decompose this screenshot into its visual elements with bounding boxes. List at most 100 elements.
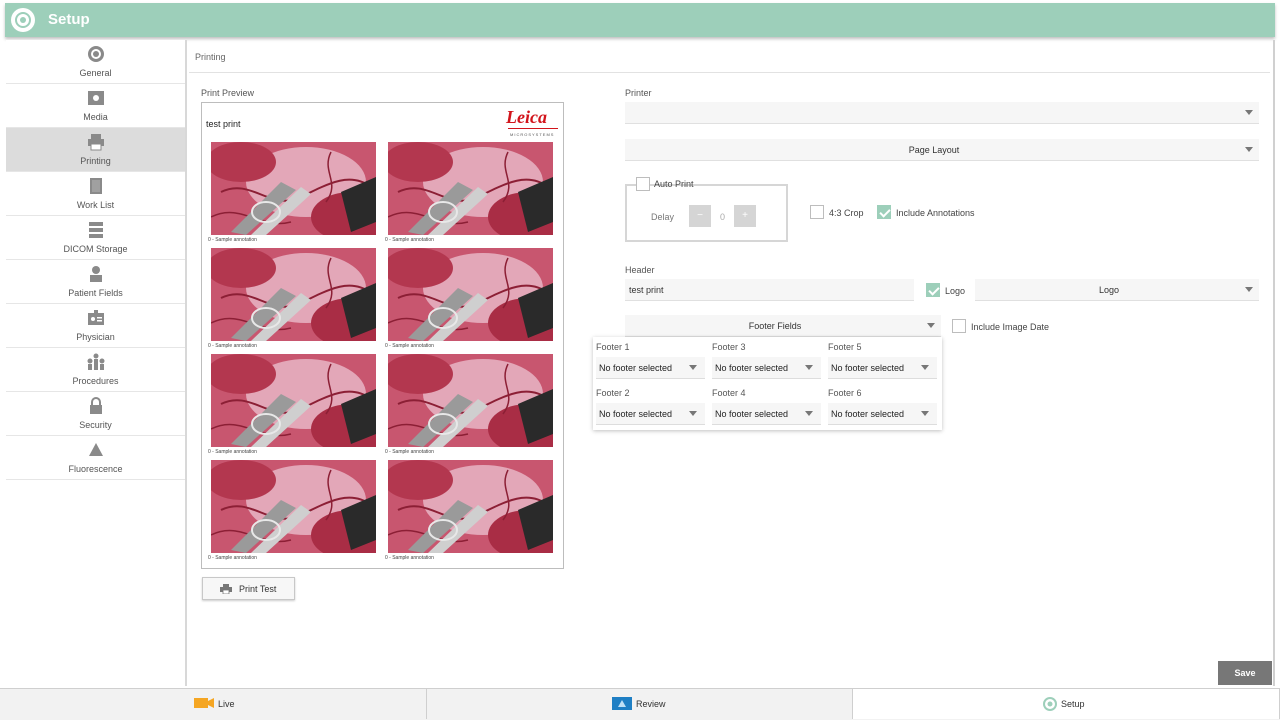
preview-image [388, 460, 553, 553]
print-preview: test print Leica MICROSYSTEMS 0 - Sample… [201, 102, 564, 569]
preview-image [211, 142, 376, 235]
header-label: Header [625, 265, 655, 275]
main-content: Printing Print Preview test print Leica … [189, 40, 1270, 686]
preview-caption: 0 - Sample annotation [385, 237, 434, 243]
chevron-down-icon [1245, 110, 1253, 115]
delay-value: 0 [720, 212, 726, 222]
sidebar-item-patient-fields[interactable]: Patient Fields [6, 260, 185, 304]
delay-label: Delay [651, 212, 675, 222]
chevron-down-icon [921, 411, 929, 416]
tab-review[interactable]: Review [427, 689, 853, 719]
preview-image [388, 354, 553, 447]
sidebar-item-physician[interactable]: Physician [6, 304, 185, 348]
crop-checkbox[interactable] [810, 205, 824, 219]
page-layout-select[interactable]: Page Layout [625, 139, 1259, 161]
footer-3-select[interactable]: No footer selected [712, 357, 821, 379]
tab-live[interactable]: Live [0, 689, 427, 719]
leica-logo: Leica MICROSYSTEMS [506, 107, 558, 139]
sidebar: General Media Printing Work List DICOM S… [6, 40, 187, 686]
sidebar-item-label: Security [79, 420, 112, 430]
printer-select[interactable] [625, 102, 1259, 124]
sidebar-item-work-list[interactable]: Work List [6, 172, 185, 216]
footer-6-select[interactable]: No footer selected [828, 403, 937, 425]
scrollbar[interactable] [1273, 40, 1275, 686]
footer-2-select[interactable]: No footer selected [596, 403, 705, 425]
preview-image [388, 142, 553, 235]
app-header: Setup [5, 3, 1275, 37]
sidebar-item-label: Fluorescence [68, 464, 123, 474]
footer-4-label: Footer 4 [712, 388, 746, 398]
chevron-down-icon [689, 365, 697, 370]
procedures-icon [87, 353, 105, 370]
setup-icon [1043, 697, 1057, 711]
setup-logo-icon [11, 8, 35, 32]
sidebar-item-security[interactable]: Security [6, 392, 185, 436]
preview-caption: 0 - Sample annotation [385, 555, 434, 561]
printer-icon [220, 584, 232, 594]
save-button[interactable]: Save [1218, 661, 1272, 685]
footer-fields-panel: Footer 1 No footer selected Footer 3 No … [593, 337, 942, 430]
worklist-icon [90, 178, 102, 194]
patient-icon [90, 266, 102, 282]
chevron-down-icon [927, 323, 935, 328]
delay-increment-button[interactable]: + [734, 205, 756, 227]
footer-5-select[interactable]: No footer selected [828, 357, 937, 379]
printer-icon [88, 134, 104, 151]
preview-image [211, 460, 376, 553]
chevron-down-icon [805, 411, 813, 416]
printer-label: Printer [625, 88, 652, 98]
tab-setup[interactable]: Setup [853, 689, 1280, 719]
triangle-icon [89, 443, 103, 456]
preview-caption: 0 - Sample annotation [208, 555, 257, 561]
include-image-date-checkbox[interactable] [952, 319, 966, 333]
chevron-down-icon [921, 365, 929, 370]
sidebar-item-label: Printing [80, 156, 111, 166]
footer-5-label: Footer 5 [828, 342, 862, 352]
chevron-down-icon [689, 411, 697, 416]
include-annotations-label: Include Annotations [896, 208, 975, 218]
footer-4-select[interactable]: No footer selected [712, 403, 821, 425]
breadcrumb: Printing [195, 52, 226, 62]
sidebar-item-label: Procedures [72, 376, 119, 386]
footer-1-select[interactable]: No footer selected [596, 357, 705, 379]
sidebar-item-printing[interactable]: Printing [6, 128, 185, 172]
footer-1-label: Footer 1 [596, 342, 630, 352]
chevron-down-icon [1245, 147, 1253, 152]
preview-image [211, 248, 376, 341]
logo-select[interactable]: Logo [975, 279, 1259, 301]
print-preview-label: Print Preview [201, 88, 255, 98]
preview-image [388, 248, 553, 341]
auto-print-checkbox[interactable] [636, 177, 650, 191]
print-test-button[interactable]: Print Test [202, 577, 295, 600]
include-image-date-label: Include Image Date [971, 322, 1050, 332]
physician-icon [88, 310, 104, 325]
include-annotations-checkbox[interactable] [877, 205, 891, 219]
sidebar-item-procedures[interactable]: Procedures [6, 348, 185, 392]
auto-print-label: Auto Print [654, 179, 694, 189]
delay-decrement-button[interactable]: − [689, 205, 711, 227]
sidebar-item-fluorescence[interactable]: Fluorescence [6, 436, 185, 480]
logo-checkbox[interactable] [926, 283, 940, 297]
bottom-tab-bar: Live Review Setup [0, 688, 1280, 720]
lock-icon [90, 397, 102, 414]
camera-icon [194, 698, 214, 708]
preview-caption: 0 - Sample annotation [208, 237, 257, 243]
footer-2-label: Footer 2 [596, 388, 630, 398]
chevron-down-icon [805, 365, 813, 370]
crop-label: 4:3 Crop [829, 208, 864, 218]
preview-caption: 0 - Sample annotation [208, 449, 257, 455]
sidebar-item-general[interactable]: General [6, 40, 185, 84]
sidebar-item-media[interactable]: Media [6, 84, 185, 128]
sidebar-item-dicom-storage[interactable]: DICOM Storage [6, 216, 185, 260]
preview-caption: 0 - Sample annotation [385, 343, 434, 349]
media-icon [88, 91, 104, 105]
footer-6-label: Footer 6 [828, 388, 862, 398]
chevron-down-icon [1245, 287, 1253, 292]
review-icon [612, 697, 632, 710]
divider [189, 72, 1270, 73]
preview-caption: 0 - Sample annotation [385, 449, 434, 455]
sidebar-item-label: General [79, 68, 112, 78]
preview-header-text: test print [206, 119, 241, 129]
footer-fields-select[interactable]: Footer Fields [625, 315, 941, 337]
header-input[interactable]: test print [625, 279, 914, 301]
